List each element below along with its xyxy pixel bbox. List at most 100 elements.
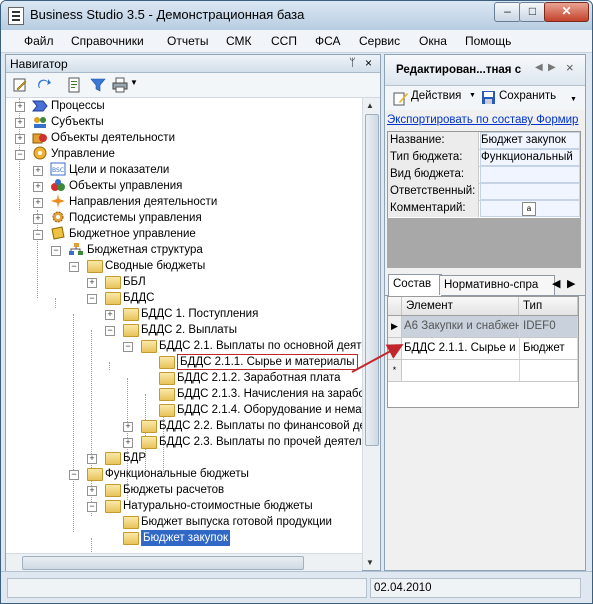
column-element[interactable]: Элемент [402, 297, 519, 315]
tree-node-bdds-2-1-2[interactable]: БДДС 2.1.2. Заработная плата [6, 370, 362, 386]
expand-icon[interactable]: + [123, 438, 133, 448]
collapse-icon[interactable]: − [15, 150, 25, 160]
tree-node-directions[interactable]: + Направления деятельности [6, 194, 362, 210]
tree-node-processes[interactable]: + Процессы [6, 98, 362, 114]
tree-node-subsystems[interactable]: + Подсистемы управления [6, 210, 362, 226]
collapse-icon[interactable]: − [123, 342, 133, 352]
scroll-down-icon[interactable]: ▼ [366, 558, 374, 567]
print-icon[interactable] [112, 77, 128, 93]
comment-editor-icon[interactable]: a [522, 202, 536, 216]
tree-node-budget-structure[interactable]: − Бюджетная структура [6, 242, 362, 258]
actions-button[interactable]: Действия [411, 90, 461, 102]
tree-node-settlement-budgets[interactable]: + Бюджеты расчетов [6, 482, 362, 498]
expand-icon[interactable]: + [105, 310, 115, 320]
tree-node-bbl[interactable]: + ББЛ [6, 274, 362, 290]
minimize-button[interactable]: – [494, 2, 521, 22]
collapse-icon[interactable]: − [105, 326, 115, 336]
save-button[interactable]: Сохранить [499, 90, 556, 102]
new-row[interactable]: * [388, 360, 578, 382]
menu-windows[interactable]: Окна [419, 34, 447, 48]
expand-icon[interactable]: + [33, 198, 43, 208]
edit-icon[interactable] [12, 77, 28, 93]
table-row[interactable]: БДДС 2.1.1. Сырье и материалы Бюджет [388, 338, 578, 360]
tree-node-subjects[interactable]: + Субъекты [6, 114, 362, 130]
tab-prev-icon[interactable]: ◀ [552, 277, 560, 290]
menu-ssp[interactable]: ССП [271, 34, 297, 48]
tree-node-activity-objects[interactable]: + Объекты деятельности [6, 130, 362, 146]
collapse-icon[interactable]: − [33, 230, 43, 240]
responsible-field[interactable] [480, 183, 580, 200]
title-bar[interactable]: Business Studio 3.5 - Демонстрационная б… [1, 1, 592, 30]
pin-icon[interactable]: ᛘ [349, 57, 356, 69]
tab-normative[interactable]: Нормативно-спра [439, 275, 555, 295]
table-row[interactable]: ▶ А6 Закупки и снабжение IDEF0 [388, 316, 578, 338]
maximize-button[interactable]: □ [519, 2, 546, 22]
tree-node-output-budget[interactable]: Бюджет выпуска готовой продукции [6, 514, 362, 530]
expand-icon[interactable]: + [33, 166, 43, 176]
expand-icon[interactable]: + [15, 134, 25, 144]
bsc-icon: BSC [50, 162, 66, 176]
menu-help[interactable]: Помощь [465, 34, 511, 48]
prev-tab-icon[interactable]: ◀ [535, 62, 543, 73]
filter-icon[interactable] [90, 77, 106, 93]
expand-icon[interactable]: + [87, 278, 97, 288]
tree-node-bdr[interactable]: + БДР [6, 450, 362, 466]
tree-node-bdds[interactable]: − БДДС [6, 290, 362, 306]
toolbar-overflow-icon[interactable]: ▼ [570, 96, 577, 103]
tree-node-bdds-2-1[interactable]: − БДДС 2.1. Выплаты по основной деятельн… [6, 338, 362, 354]
next-tab-icon[interactable]: ▶ [548, 62, 556, 73]
column-type[interactable]: Тип [519, 297, 578, 315]
name-field[interactable]: Бюджет закупок [480, 132, 580, 149]
expand-icon[interactable]: + [33, 182, 43, 192]
tab-next-icon[interactable]: ▶ [567, 277, 575, 290]
tree-node-goals[interactable]: + BSC Цели и показатели [6, 162, 362, 178]
expand-icon[interactable]: + [123, 422, 133, 432]
close-editor-icon[interactable]: × [566, 60, 574, 75]
menu-service[interactable]: Сервис [359, 34, 400, 48]
tree-node-management[interactable]: − Управление [6, 146, 362, 162]
tree-node-functional-budgets[interactable]: − Функциональные бюджеты [6, 466, 362, 482]
navigator-close-icon[interactable]: × [365, 56, 372, 70]
budget-type-field[interactable]: Функциональный [480, 149, 580, 166]
menu-reports[interactable]: Отчеты [167, 34, 208, 48]
collapse-icon[interactable]: − [51, 246, 61, 256]
budget-kind-field[interactable] [480, 166, 580, 183]
tree-node-bdds-2-1-3[interactable]: БДДС 2.1.3. Начисления на заработную пла… [6, 386, 362, 402]
actions-dropdown-icon[interactable]: ▼ [469, 92, 476, 99]
close-button[interactable]: ✕ [544, 2, 589, 22]
menu-fsa[interactable]: ФСА [315, 34, 341, 48]
expand-icon[interactable]: + [87, 486, 97, 496]
expand-icon[interactable]: + [15, 118, 25, 128]
export-link[interactable]: Экспортировать по составу Формир [387, 114, 583, 130]
collapse-icon[interactable]: − [69, 262, 79, 272]
tree-node-bdds-1[interactable]: + БДДС 1. Поступления [6, 306, 362, 322]
menu-smk[interactable]: СМК [226, 34, 252, 48]
tree-node-control-objects[interactable]: + Объекты управления [6, 178, 362, 194]
print-dropdown-icon[interactable]: ▼ [130, 78, 138, 87]
collapse-icon[interactable]: − [87, 502, 97, 512]
menu-file[interactable]: Файл [24, 34, 54, 48]
navigator-horizontal-scrollbar[interactable] [6, 553, 362, 571]
expand-icon[interactable]: + [15, 102, 25, 112]
expand-icon[interactable]: + [33, 214, 43, 224]
menu-directories[interactable]: Справочники [71, 34, 144, 48]
tree-node-summary-budgets[interactable]: − Сводные бюджеты [6, 258, 362, 274]
scroll-thumb[interactable] [365, 114, 379, 446]
refresh-icon[interactable] [36, 77, 52, 93]
scroll-up-icon[interactable]: ▲ [366, 101, 374, 110]
tree-node-bdds-2-2[interactable]: + БДДС 2.2. Выплаты по финансовой деятел… [6, 418, 362, 434]
tree-node-purchase-budget[interactable]: Бюджет закупок [6, 530, 362, 546]
collapse-icon[interactable]: − [69, 470, 79, 480]
tree-node-natural-cost-budgets[interactable]: − Натурально-стоимостные бюджеты [6, 498, 362, 514]
properties-icon[interactable] [66, 77, 82, 93]
hscroll-thumb[interactable] [22, 556, 304, 570]
tree-node-bdds-2-1-4[interactable]: БДДС 2.1.4. Оборудование и немат. активы [6, 402, 362, 418]
tab-composition[interactable]: Состав [388, 274, 442, 296]
tree-node-budget-management[interactable]: − Бюджетное управление [6, 226, 362, 242]
tree-node-bdds-2-1-1[interactable]: БДДС 2.1.1. Сырье и материалы [6, 354, 362, 370]
tree-node-bdds-2-3[interactable]: + БДДС 2.3. Выплаты по прочей деятельнос… [6, 434, 362, 450]
tree-node-bdds-2[interactable]: − БДДС 2. Выплаты [6, 322, 362, 338]
collapse-icon[interactable]: − [87, 294, 97, 304]
expand-icon[interactable]: + [87, 454, 97, 464]
navigator-vertical-scrollbar[interactable]: ▲ ▼ [362, 98, 380, 570]
